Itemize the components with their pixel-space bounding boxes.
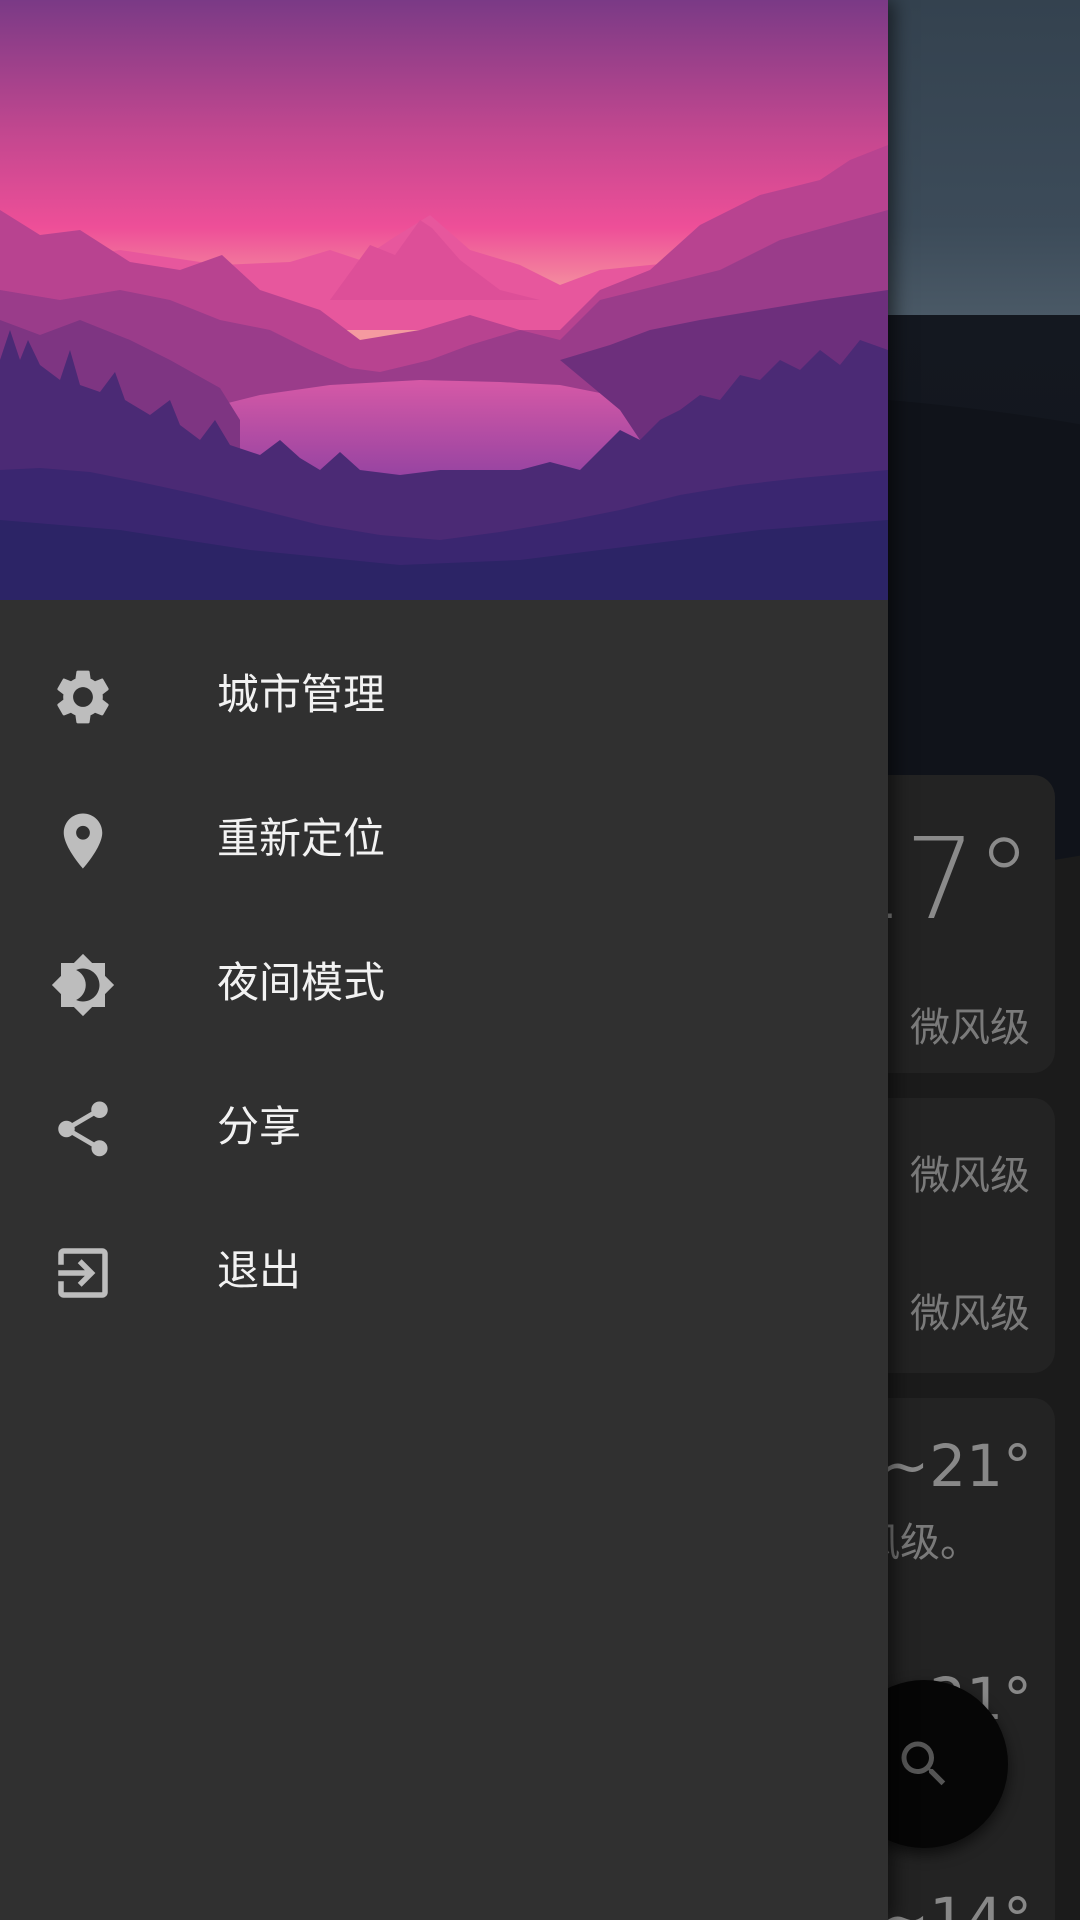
- share-icon: [58, 1101, 108, 1157]
- drawer-menu: 城市管理 重新定位 夜间模式 分享 退出: [0, 624, 888, 1344]
- navigation-drawer: 城市管理 重新定位 夜间模式 分享 退出: [0, 0, 888, 1920]
- menu-item-relocate[interactable]: 重新定位: [0, 768, 888, 912]
- drawer-header-image: [0, 0, 888, 600]
- forecast-temp-range: ~14°: [880, 1885, 1032, 1920]
- menu-item-label: 分享: [217, 1102, 302, 1151]
- wind-level-text: 微风级: [910, 1005, 1030, 1051]
- menu-item-label: 重新定位: [217, 814, 386, 863]
- wind-level-text: 微风级: [910, 1153, 1030, 1199]
- menu-item-label: 夜间模式: [217, 958, 386, 1007]
- menu-item-city-management[interactable]: 城市管理: [0, 624, 888, 768]
- menu-item-share[interactable]: 分享: [0, 1056, 888, 1200]
- menu-item-label: 城市管理: [217, 670, 386, 719]
- wind-level-text: 微风级: [910, 1291, 1030, 1337]
- search-icon: [901, 1741, 946, 1786]
- gear-icon: [57, 670, 109, 724]
- menu-item-night-mode[interactable]: 夜间模式: [0, 912, 888, 1056]
- menu-item-exit[interactable]: 退出: [0, 1200, 888, 1344]
- menu-item-label: 退出: [217, 1246, 302, 1295]
- location-pin-icon: [63, 813, 103, 869]
- exit-icon: [58, 1248, 108, 1298]
- screen: 17° 微风级 微风级 微风级 °~21° 风级。 ~21° ~14°: [0, 0, 1080, 1920]
- brightness-icon: [51, 953, 115, 1017]
